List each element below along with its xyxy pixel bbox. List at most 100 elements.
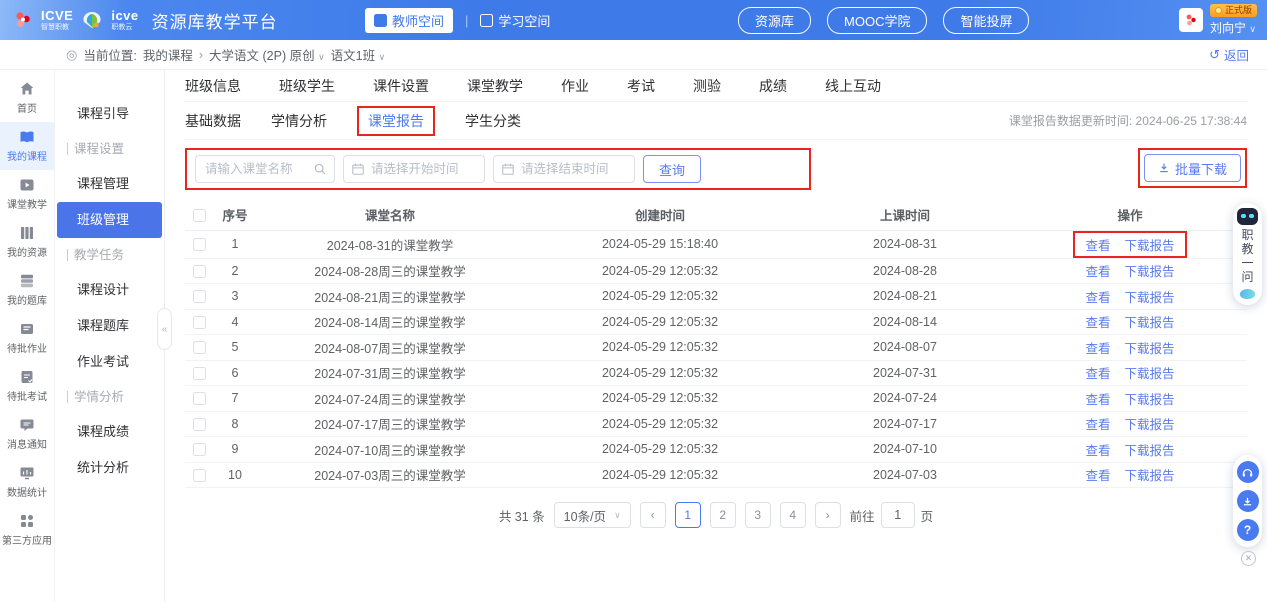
view-link[interactable]: 查看 — [1085, 444, 1110, 458]
row-checkbox[interactable] — [193, 265, 206, 278]
tab[interactable]: 线上互动 — [825, 76, 881, 96]
breadcrumb-class-select[interactable]: 语文1班 ∨ — [331, 45, 386, 64]
goto-page-input[interactable] — [881, 502, 915, 528]
view-link[interactable]: 查看 — [1085, 418, 1110, 432]
close-toolbar-button[interactable]: ✕ — [1241, 551, 1256, 566]
view-link[interactable]: 查看 — [1085, 239, 1110, 253]
breadcrumb-my-courses[interactable]: 我的课程 — [143, 45, 193, 64]
sidebar2-item[interactable]: 作业考试 — [55, 344, 164, 380]
download-report-link[interactable]: 下载报告 — [1125, 444, 1175, 458]
download-report-link[interactable]: 下载报告 — [1125, 239, 1175, 253]
subtab[interactable]: 课堂报告 — [357, 106, 435, 136]
tab[interactable]: 班级信息 — [185, 76, 241, 96]
created-time-cell: 2024-05-29 12:05:32 — [523, 437, 797, 463]
sidebar-item-statistics[interactable]: 数据统计 — [0, 458, 54, 506]
nav-teacher-space[interactable]: 教师空间 — [365, 8, 453, 33]
row-checkbox[interactable] — [193, 418, 206, 431]
sidebar2-item[interactable]: 课程成绩 — [55, 414, 164, 450]
sidebar-item-my-courses[interactable]: 我的课程 — [0, 122, 54, 170]
my-resources-icon — [19, 225, 35, 241]
sidebar2-item[interactable]: 课程引导 — [55, 96, 164, 132]
breadcrumb-course-select[interactable]: 大学语文 (2P) 原创 ∨ — [209, 45, 325, 64]
view-link[interactable]: 查看 — [1085, 469, 1110, 483]
subtab[interactable]: 学生分类 — [465, 111, 521, 131]
sidebar2-item[interactable]: 班级管理 — [57, 202, 162, 238]
download-report-link[interactable]: 下载报告 — [1125, 418, 1175, 432]
row-checkbox[interactable] — [193, 392, 206, 405]
view-link[interactable]: 查看 — [1085, 291, 1110, 305]
row-checkbox[interactable] — [193, 316, 206, 329]
page-button-1[interactable]: 1 — [675, 502, 701, 528]
space-nav: 教师空间 | 学习空间 — [365, 0, 550, 40]
back-button[interactable]: ↺返回 — [1209, 45, 1249, 64]
sidebar-item-third-party-apps[interactable]: 第三方应用 — [0, 506, 54, 554]
class-time-cell: 2024-07-24 — [797, 386, 1013, 412]
row-checkbox[interactable] — [193, 469, 206, 482]
user-menu[interactable]: 刘向宁 ∨ — [1210, 19, 1256, 36]
nav-separator: | — [465, 13, 468, 28]
download-center-button[interactable] — [1237, 490, 1259, 512]
table-row: 72024-07-24周三的课堂教学2024-05-29 12:05:32202… — [185, 386, 1247, 412]
download-report-link[interactable]: 下载报告 — [1125, 393, 1175, 407]
tab[interactable]: 班级学生 — [279, 76, 335, 96]
view-link[interactable]: 查看 — [1085, 265, 1110, 279]
sidebar2-item[interactable]: 统计分析 — [55, 450, 164, 486]
header-pill-button[interactable]: 资源库 — [738, 7, 811, 34]
batch-download-button[interactable]: 批量下载 — [1144, 154, 1241, 182]
download-report-link[interactable]: 下载报告 — [1125, 342, 1175, 356]
header-pill-button[interactable]: 智能投屏 — [943, 7, 1029, 34]
row-checkbox[interactable] — [193, 238, 206, 251]
row-checkbox[interactable] — [193, 367, 206, 380]
subtab[interactable]: 学情分析 — [271, 111, 327, 131]
row-checkbox[interactable] — [193, 290, 206, 303]
tab[interactable]: 考试 — [627, 76, 655, 96]
breadcrumb: ◎ 当前位置: 我的课程 › 大学语文 (2P) 原创 ∨ 语文1班 ∨ — [66, 45, 385, 64]
download-report-link[interactable]: 下载报告 — [1125, 291, 1175, 305]
sidebar-item-messages[interactable]: 消息通知 — [0, 410, 54, 458]
sidebar2-item[interactable]: 课程管理 — [55, 166, 164, 202]
page-button-3[interactable]: 3 — [745, 502, 771, 528]
row-checkbox[interactable] — [193, 341, 206, 354]
sidebar-item-question-bank[interactable]: 我的题库 — [0, 266, 54, 314]
view-link[interactable]: 查看 — [1085, 316, 1110, 330]
actions-cell: 查看 下载报告 — [1013, 437, 1247, 463]
download-report-link[interactable]: 下载报告 — [1125, 367, 1175, 381]
sidebar2-item[interactable]: 课程题库 — [55, 308, 164, 344]
page-size-select[interactable]: 10条/页∨ — [554, 502, 631, 528]
tab[interactable]: 课堂教学 — [467, 76, 523, 96]
row-index: 2 — [213, 258, 257, 284]
prev-page-button[interactable]: ‹ — [640, 502, 666, 528]
page-button-4[interactable]: 4 — [780, 502, 806, 528]
download-report-link[interactable]: 下载报告 — [1125, 316, 1175, 330]
customer-service-button[interactable] — [1237, 461, 1259, 483]
header-pill-button[interactable]: MOOC学院 — [827, 7, 927, 34]
tab[interactable]: 作业 — [561, 76, 589, 96]
sidebar-item-my-resources[interactable]: 我的资源 — [0, 218, 54, 266]
sidebar-item-pending-homework[interactable]: 待批作业 — [0, 314, 54, 362]
query-button[interactable]: 查询 — [643, 155, 701, 183]
tab[interactable]: 测验 — [693, 76, 721, 96]
row-checkbox[interactable] — [193, 443, 206, 456]
sidebar-item-home[interactable]: 首页 — [0, 74, 54, 122]
avatar[interactable] — [1179, 8, 1203, 32]
download-report-link[interactable]: 下载报告 — [1125, 469, 1175, 483]
sidebar2-item[interactable]: 课程设计 — [55, 272, 164, 308]
download-report-link[interactable]: 下载报告 — [1125, 265, 1175, 279]
select-all-checkbox[interactable] — [193, 209, 206, 222]
help-button[interactable]: ? — [1237, 519, 1259, 541]
tab[interactable]: 成绩 — [759, 76, 787, 96]
view-link[interactable]: 查看 — [1085, 342, 1110, 356]
sidebar-item-classroom-teaching[interactable]: 课堂教学 — [0, 170, 54, 218]
sidebar-item-pending-exams[interactable]: 待批考试 — [0, 362, 54, 410]
next-page-button[interactable]: › — [815, 502, 841, 528]
tab[interactable]: 课件设置 — [373, 76, 429, 96]
created-time-cell: 2024-05-29 12:05:32 — [523, 335, 797, 361]
nav-learning-space[interactable]: 学习空间 — [480, 11, 550, 30]
subtab[interactable]: 基础数据 — [185, 111, 241, 131]
assistant-widget[interactable]: 职教一问 — [1233, 203, 1262, 305]
view-link[interactable]: 查看 — [1085, 393, 1110, 407]
page-button-2[interactable]: 2 — [710, 502, 736, 528]
view-link[interactable]: 查看 — [1085, 367, 1110, 381]
table-row: 62024-07-31周三的课堂教学2024-05-29 12:05:32202… — [185, 360, 1247, 386]
sidebar-collapse-handle[interactable]: « — [157, 308, 172, 350]
